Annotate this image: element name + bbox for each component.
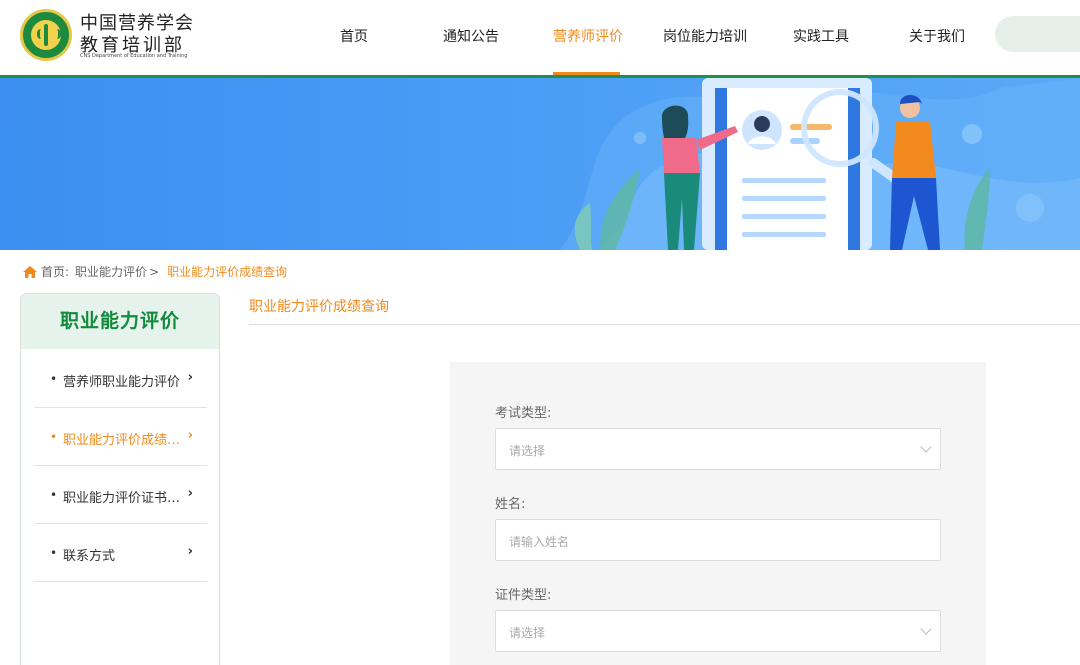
nav-dietitian-evaluation[interactable]: 营养师评价 (553, 26, 623, 46)
chevron-right-icon: › (187, 428, 193, 443)
chevron-right-icon: › (187, 486, 193, 501)
exam-type-label: 考试类型: (495, 406, 552, 421)
cns-logo[interactable] (20, 9, 72, 61)
site-header: 中国营养学会 教育培训部 CNS Department of Education… (0, 0, 1080, 76)
chevron-down-icon (920, 441, 932, 453)
sidebar-item-label: 营养师职业能力评价 (63, 375, 181, 390)
score-query-form: 考试类型: 请选择 姓名: 请输入姓名 证件类型: 请选择 (450, 362, 986, 665)
nav-practice-tools[interactable]: 实践工具 (793, 26, 849, 46)
sidebar-item-score-query[interactable]: • 职业能力评价成绩查询 › (34, 408, 207, 466)
exam-type-select[interactable]: 请选择 (495, 428, 941, 470)
sidebar: 职业能力评价 • 营养师职业能力评价 › • 职业能力评价成绩查询 › • 职业… (20, 293, 220, 665)
nav-about-us[interactable]: 关于我们 (909, 26, 965, 46)
breadcrumb-current: 职业能力评价成绩查询 (167, 265, 288, 279)
sidebar-item-certificate-query[interactable]: • 职业能力评价证书查询 › (34, 466, 207, 524)
page-title: 职业能力评价成绩查询 (249, 299, 389, 315)
sidebar-title: 职业能力评价 (21, 294, 219, 349)
nav-home[interactable]: 首页 (340, 26, 368, 46)
chevron-right-icon: › (187, 544, 193, 559)
title-divider (249, 324, 1080, 325)
name-placeholder: 请输入姓名 (509, 535, 570, 549)
sidebar-item-label: 职业能力评价成绩查询 (63, 433, 185, 448)
name-label: 姓名: (495, 497, 526, 512)
id-type-label: 证件类型: (495, 588, 552, 603)
sidebar-item-dietitian-evaluation[interactable]: • 营养师职业能力评价 › (34, 350, 207, 408)
sidebar-item-label: 联系方式 (63, 549, 116, 564)
bullet-icon: • (50, 546, 58, 560)
home-icon[interactable] (23, 265, 37, 278)
nav-notices[interactable]: 通知公告 (443, 26, 499, 46)
search-input[interactable] (995, 16, 1080, 52)
id-type-select[interactable]: 请选择 (495, 610, 941, 652)
wheat-icon (31, 20, 61, 50)
breadcrumb-separator: > (149, 264, 160, 279)
nav-job-training[interactable]: 岗位能力培训 (663, 26, 747, 46)
breadcrumb: 首页: 职业能力评价 > 职业能力评价成绩查询 (23, 263, 287, 280)
banner-illustration (560, 78, 1080, 250)
bullet-icon: • (50, 488, 58, 502)
breadcrumb-level1[interactable]: 职业能力评价 (75, 263, 147, 280)
bullet-icon: • (50, 430, 58, 444)
exam-type-placeholder: 请选择 (509, 444, 546, 458)
sidebar-item-contact[interactable]: • 联系方式 › (34, 524, 207, 582)
id-type-placeholder: 请选择 (509, 626, 546, 640)
sidebar-item-label: 职业能力评价证书查询 (63, 491, 185, 506)
breadcrumb-home[interactable]: 首页: (41, 263, 69, 280)
org-english-name: CNS Department of Education and Training (80, 53, 188, 59)
name-input[interactable]: 请输入姓名 (495, 519, 941, 561)
chevron-right-icon: › (187, 370, 193, 385)
bullet-icon: • (50, 372, 58, 386)
hero-banner (0, 78, 1080, 250)
chevron-down-icon (920, 623, 932, 635)
